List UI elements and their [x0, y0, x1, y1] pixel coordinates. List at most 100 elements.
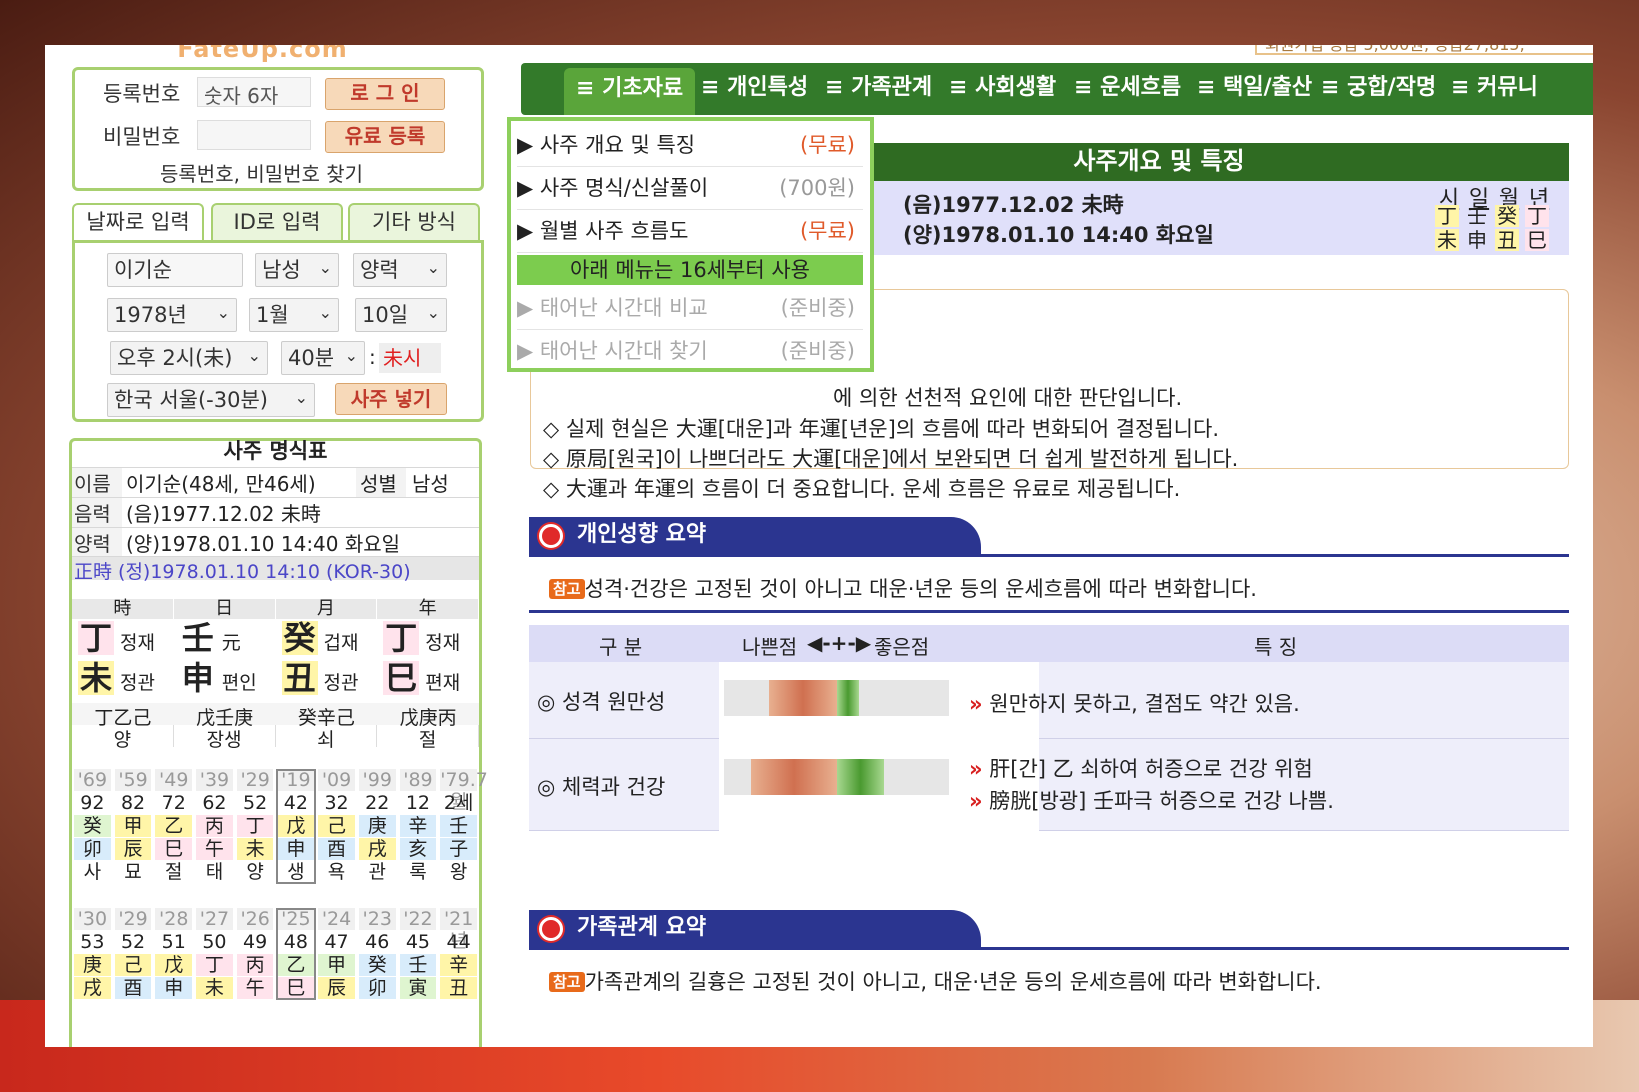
section-personal-notice: 참고 성격·건강은 고정된 것이 아니고 대운·년운 등의 운세흐름에 따라 변화…	[529, 567, 1569, 613]
find-account-link[interactable]: 등록번호, 비밀번호 찾기	[160, 158, 363, 187]
menu-item-monthly[interactable]: ▶ 월별 사주 흐름도 (무료)	[517, 211, 863, 253]
four-pillars: 時丁 정재 未 정관 丁乙己 양 日壬元申 편인 戊壬庚 장생 月癸 겁재 丑 정관 癸辛己 쇠 年丁 정재 巳 편재…	[72, 599, 479, 751]
id-input[interactable]: 숫자 6자	[197, 77, 311, 108]
trait-label: ◎ 성격 원만성	[537, 690, 666, 714]
bar-good-segment	[836, 680, 859, 716]
tab-id-input[interactable]: ID로 입력	[211, 203, 343, 241]
menu-item-myungsik[interactable]: ▶ 사주 명식/신살풀이 (700원)	[517, 168, 863, 210]
day-select[interactable]: 10일 ⌄	[355, 298, 447, 332]
mini-branch: 丑	[1495, 228, 1519, 252]
yeonwoon-age: 49	[243, 931, 268, 953]
nav-social[interactable]: ≡ 사회생활	[949, 63, 1056, 115]
col-bad: 나쁜점	[742, 635, 798, 659]
daewoon-grid: '69'59'49'39'29'19'09'99'89'79.7월 92 82 72 6…	[72, 769, 488, 891]
tab-date-input[interactable]: 날짜로 입력	[72, 203, 204, 241]
nav-personal[interactable]: ≡ 개인특성	[701, 63, 808, 115]
login-box: 등록번호 숫자 6자 로 그 인 비밀번호 유료 등록 등록번호, 비밀번호 찾…	[72, 67, 484, 191]
chevron-down-icon: ⌄	[344, 346, 358, 365]
yeonwoon-stem: 庚	[74, 954, 111, 976]
stem-tengod: 元	[221, 632, 241, 654]
daewoon-twelve: 관	[368, 861, 386, 883]
menu-item-time-compare[interactable]: ▶ 태어난 시간대 비교 (준비중)	[517, 288, 863, 330]
twelve-stage: 장생	[174, 725, 276, 751]
pillar-stem: 壬元	[180, 621, 274, 657]
pillar-head: 月	[275, 599, 378, 619]
daewoon-twelve: 절	[164, 861, 183, 883]
daewoon-stem: 辛	[399, 815, 437, 837]
daewoon-branch: 午	[196, 838, 233, 860]
target-icon	[539, 917, 563, 941]
daewoon-twelve: 태	[205, 861, 224, 883]
nav-basic[interactable]: ≡ 기초자료	[564, 68, 696, 115]
month-select[interactable]: 1월 ⌄	[249, 298, 339, 332]
trait-bar	[724, 680, 949, 716]
daewoon-stem: 甲	[114, 815, 152, 837]
hour-ganji: 未시	[379, 343, 441, 373]
bar-bad-segment	[751, 759, 837, 795]
stem-tengod: 정재	[120, 632, 155, 654]
daewoon-stem: 丁	[236, 815, 274, 837]
stem-tengod: 겁재	[323, 632, 359, 654]
menu-item-time-find[interactable]: ▶ 태어난 시간대 찾기 (준비중)	[517, 331, 863, 373]
mini-stem: 壬	[1467, 204, 1487, 228]
id-label: 등록번호	[103, 82, 181, 106]
pillar-branch: 未 정관	[78, 661, 172, 697]
yeonwoon-age: 51	[161, 931, 186, 953]
site-logo[interactable]: FateUp.com	[90, 45, 435, 63]
summary-lunar: (음)1977.12.02 未時	[903, 193, 1124, 217]
daewoon-twelve: 묘	[124, 861, 142, 883]
daewoon-stem: 庚	[358, 815, 396, 837]
solar-key: 양력	[72, 528, 122, 557]
stem-char: 丁	[383, 619, 420, 657]
submit-saju-button[interactable]: 사주 넣기	[335, 383, 447, 415]
branch-tengod: 정관	[323, 672, 359, 694]
chevron-down-icon: ⌄	[216, 303, 230, 322]
nav-community[interactable]: ≡ 커뮤니	[1451, 63, 1538, 115]
trait-text: » 원만하지 못하고, 결점도 약간 있음.	[969, 692, 1300, 716]
hour-select[interactable]: 오후 2시(未) ⌄	[110, 341, 268, 375]
daewoon-twelve: 양	[246, 861, 264, 883]
branch-char: 丑	[281, 659, 318, 697]
col-scale: ◀-+-▶	[807, 631, 872, 655]
yeonwoon-stem: 壬	[399, 954, 437, 976]
name-input[interactable]: 이기순	[107, 253, 243, 287]
trait-text: » 膀胱[방광] 壬파극 허증으로 건강 나쁨.	[969, 789, 1334, 813]
yeonwoon-branch: 卯	[358, 977, 396, 999]
trait-bar	[724, 759, 949, 795]
lunar-row: 음력 (음)1977.12.02 未時	[72, 497, 479, 527]
daewoon-twelve: 욕	[327, 861, 346, 883]
nav-fortune[interactable]: ≡ 운세흐름	[1074, 63, 1181, 115]
password-input[interactable]	[197, 120, 311, 150]
hidden-stems: 戊壬庚	[173, 703, 276, 729]
register-button[interactable]: 유료 등록	[325, 121, 445, 153]
daewoon-age: 62	[202, 792, 227, 814]
section-family-notice: 참고 가족관계의 길흉은 고정된 것이 아니고, 대운·년운 등의 운세흐름에 따…	[529, 960, 1569, 1006]
gender-select[interactable]: 남성 ⌄	[255, 253, 339, 287]
location-select[interactable]: 한국 서울(-30분) ⌄	[107, 383, 315, 417]
branch-char: 未	[78, 659, 115, 697]
pillar-branch: 巳 편재	[383, 661, 477, 697]
arrow-right-icon: »	[969, 789, 983, 813]
calendar-select[interactable]: 양력 ⌄	[353, 253, 447, 287]
trait-table-header: 구 분 나쁜점 ◀-+-▶ 좋은점 특 징	[529, 625, 1569, 662]
tab-other-input[interactable]: 기타 방식	[348, 203, 480, 241]
stem-char: 丁	[78, 619, 115, 657]
hidden-stems: 戊庚丙	[377, 703, 479, 729]
mini-branch: 未	[1435, 228, 1459, 252]
mini-stem: 丁	[1435, 204, 1459, 228]
pillar-stem: 癸 겁재	[281, 621, 376, 657]
menu-item-overview[interactable]: ▶ 사주 개요 및 특징 (무료)	[517, 125, 863, 167]
login-button[interactable]: 로 그 인	[325, 78, 445, 110]
lunar-key: 음력	[72, 498, 122, 527]
yeonwoon-stem: 癸	[358, 954, 396, 976]
daewoon-age: 12	[405, 792, 431, 814]
page-title: 사주개요 및 특징	[869, 143, 1569, 181]
year-select[interactable]: 1978년 ⌄	[107, 298, 237, 332]
daewoon-age: 82	[120, 792, 146, 814]
nav-date-birth[interactable]: ≡ 택일/출산	[1197, 63, 1312, 115]
nav-family[interactable]: ≡ 가족관계	[825, 63, 932, 115]
nav-match-naming[interactable]: ≡ 궁합/작명	[1321, 63, 1436, 115]
yeonwoon-branch: 戌	[74, 977, 111, 999]
minute-select[interactable]: 40분 ⌄	[281, 341, 365, 375]
pillar-stem: 丁 정재	[383, 621, 477, 657]
